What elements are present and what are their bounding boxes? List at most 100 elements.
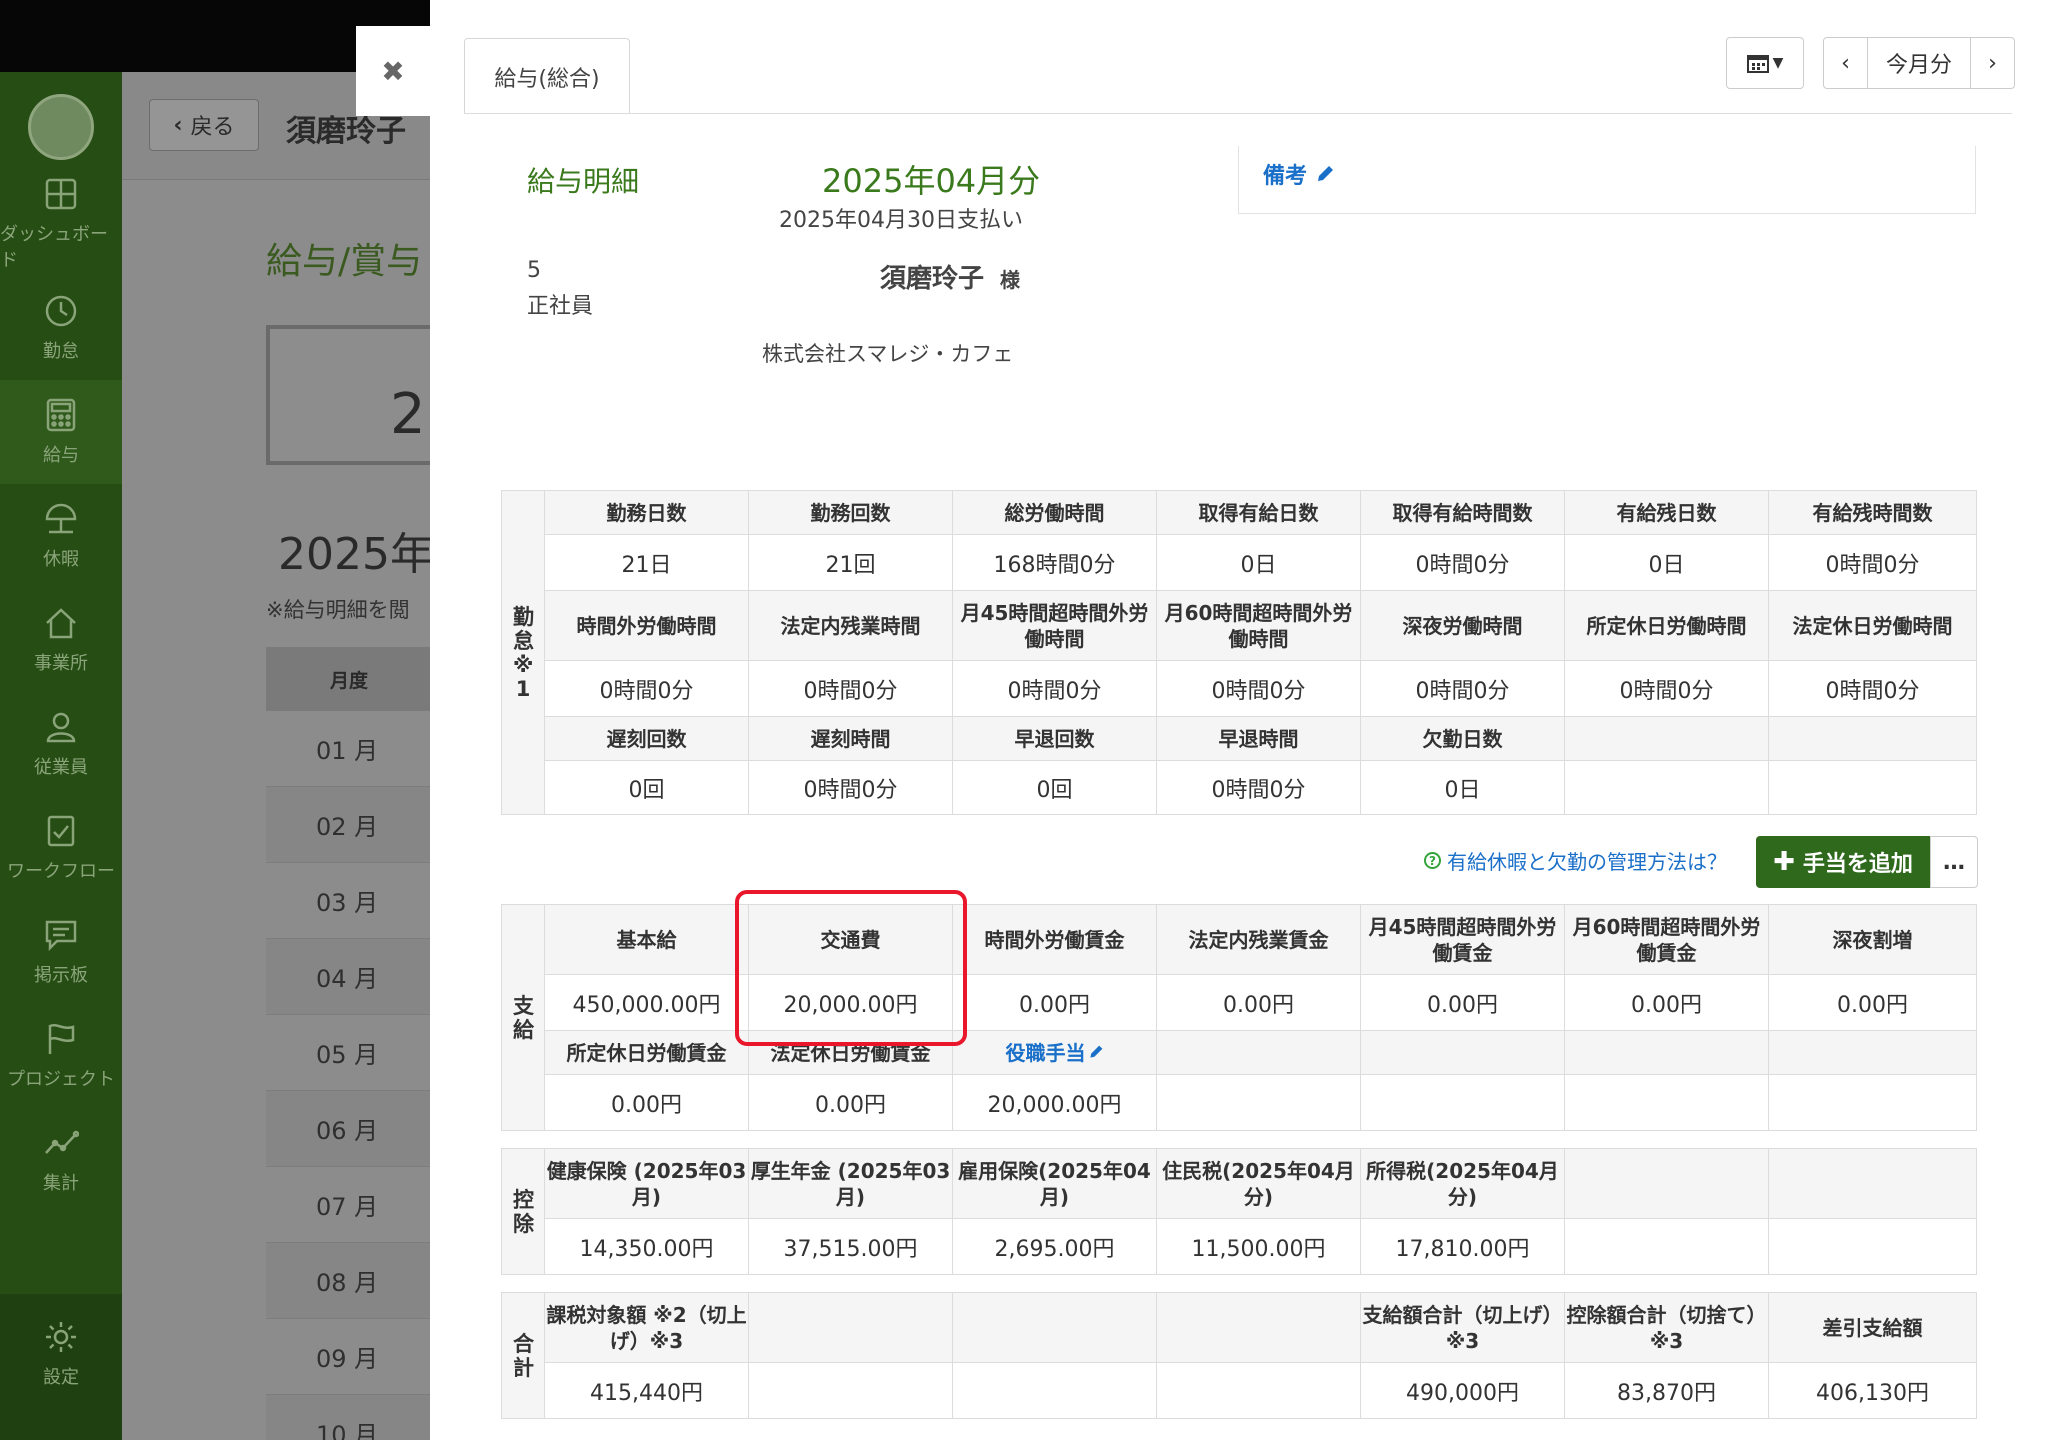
remarks-panel [1238, 146, 1976, 214]
pay-date: 2025年04月30日支払い [779, 208, 1023, 233]
sidebar-item-board[interactable]: 掲示板 [0, 900, 122, 1004]
gear-icon [46, 1322, 76, 1352]
table-header [1156, 1030, 1361, 1075]
add-allowance-label: 手当を追加 [1802, 852, 1913, 877]
sidebar-item-leave[interactable]: 休暇 [0, 484, 122, 588]
table-row[interactable]: 03 月 [266, 863, 430, 939]
slip-month: 2025年04月分 [822, 162, 1041, 200]
flag-icon [48, 1024, 75, 1054]
sidebar-item-label: 給与 [43, 445, 79, 466]
table-row[interactable]: 06 月 [266, 1091, 430, 1167]
table-header: 取得有給時間数 [1360, 490, 1565, 535]
chevron-left-icon: ‹ [1841, 50, 1850, 76]
table-header: 法定休日労働時間 [1768, 590, 1977, 661]
caret-down-icon: ▼ [1772, 55, 1784, 71]
period-label[interactable]: 今月分 [1867, 37, 1971, 89]
table-row[interactable]: 02 月 [266, 787, 430, 863]
table-cell: 415,440円 [544, 1362, 749, 1419]
sidebar-item-office[interactable]: 事業所 [0, 588, 122, 692]
sidebar-item-employees[interactable]: 従業員 [0, 692, 122, 796]
calendar-icon [1746, 55, 1769, 73]
prev-month-button[interactable]: ‹ [1823, 37, 1868, 89]
table-row[interactable]: 08 月 [266, 1243, 430, 1319]
tab-payroll-total[interactable]: 給与(総合) [464, 38, 630, 114]
leave-help-link[interactable]: ? 有給休暇と欠勤の管理方法は？ [1424, 846, 1727, 875]
avatar[interactable] [28, 94, 94, 160]
table-header: 月60時間超時間外労働時間 [1156, 590, 1361, 661]
sidebar-item-label: 勤怠 [43, 341, 79, 362]
table-cell [952, 1362, 1157, 1419]
line-chart-icon [45, 1130, 79, 1154]
month-table: 月度 01 月 02 月 03 月 04 月 05 月 06 月 07 月 08… [266, 647, 430, 1440]
sidebar-item-label: 事業所 [34, 653, 88, 674]
table-cell: 0.00円 [952, 974, 1157, 1031]
month-table-header: 月度 [266, 647, 430, 711]
sidebar-item-label: 従業員 [34, 757, 88, 778]
table-cell [1360, 1074, 1565, 1131]
sidebar-item-attendance[interactable]: 勤怠 [0, 276, 122, 380]
dashboard-icon [45, 178, 77, 210]
next-month-button[interactable]: › [1970, 37, 2015, 89]
table-header: 法定内残業賃金 [1156, 904, 1361, 975]
table-row[interactable]: 07 月 [266, 1167, 430, 1243]
table-header: 勤務日数 [544, 490, 749, 535]
table-cell [748, 1362, 953, 1419]
sidebar-item-label: 掲示板 [34, 965, 88, 986]
table-cell: 0時間0分 [1768, 660, 1977, 717]
sidebar-item-project[interactable]: プロジェクト [0, 1004, 122, 1108]
table-header: 勤務回数 [748, 490, 953, 535]
table-cell: 0時間0分 [748, 760, 953, 815]
table-cell: 37,515.00円 [748, 1218, 953, 1275]
position-allowance-edit-link[interactable]: 役職手当 [952, 1030, 1157, 1075]
close-icon: ✖ [381, 54, 405, 88]
back-label: 戻る [190, 115, 235, 140]
clock-icon [45, 295, 77, 327]
table-header: 深夜労働時間 [1360, 590, 1565, 661]
table-header: 深夜割増 [1768, 904, 1977, 975]
table-cell: 0時間0分 [1768, 534, 1977, 591]
sidebar-item-summary[interactable]: 集計 [0, 1108, 122, 1212]
table-cell: 21回 [748, 534, 953, 591]
table-cell: 0回 [544, 760, 749, 815]
table-cell: 83,870円 [1564, 1362, 1769, 1419]
umbrella-icon [45, 503, 77, 534]
table-header [1768, 1030, 1977, 1075]
table-cell [1156, 1362, 1361, 1419]
table-row[interactable]: 10 月 [266, 1395, 430, 1440]
payments-side-label: 支給 [501, 904, 545, 1131]
table-row[interactable]: 04 月 [266, 939, 430, 1015]
table-header: 支給額合計（切上げ）※3 [1360, 1292, 1565, 1363]
add-allowance-button[interactable]: ✚ 手当を追加 [1756, 836, 1930, 888]
sidebar-item-workflow[interactable]: ワークフロー [0, 796, 122, 900]
table-header [1564, 716, 1769, 761]
remarks-edit-link[interactable]: 備考 [1263, 158, 1335, 190]
table-header: 時間外労働時間 [544, 590, 749, 661]
table-cell: 14,350.00円 [544, 1218, 749, 1275]
table-cell: 490,000円 [1360, 1362, 1565, 1419]
sidebar-item-settings[interactable]: 設定 [0, 1302, 122, 1406]
close-button[interactable]: ✖ [356, 26, 430, 116]
more-options-button[interactable]: … [1930, 836, 1978, 888]
table-header: 控除額合計（切捨て）※3 [1564, 1292, 1769, 1363]
sidebar-item-label: 集計 [43, 1173, 79, 1194]
table-cell: 17,810.00円 [1360, 1218, 1565, 1275]
year-heading: 2025年 [278, 529, 434, 580]
sidebar-item-label: プロジェクト [7, 1069, 115, 1090]
table-row[interactable]: 09 月 [266, 1319, 430, 1395]
sidebar-item-dashboard[interactable]: ダッシュボード [0, 172, 122, 276]
table-header: 基本給 [544, 904, 749, 975]
table-header: 総労働時間 [952, 490, 1157, 535]
table-header [1564, 1148, 1769, 1219]
table-row[interactable]: 05 月 [266, 1015, 430, 1091]
back-button[interactable]: ‹ 戻る [149, 99, 259, 151]
table-cell: 0時間0分 [952, 660, 1157, 717]
table-header: 欠勤日数 [1360, 716, 1565, 761]
table-header: 月45時間超時間外労働賃金 [1360, 904, 1565, 975]
remarks-label: 備考 [1263, 164, 1308, 189]
sidebar-item-payroll[interactable]: 給与 [0, 380, 122, 484]
section-title: 給与/賞与 [266, 241, 423, 282]
table-row[interactable]: 01 月 [266, 711, 430, 787]
calendar-dropdown-button[interactable]: ▼ [1726, 37, 1804, 89]
table-cell [1564, 1074, 1769, 1131]
table-cell: 0回 [952, 760, 1157, 815]
